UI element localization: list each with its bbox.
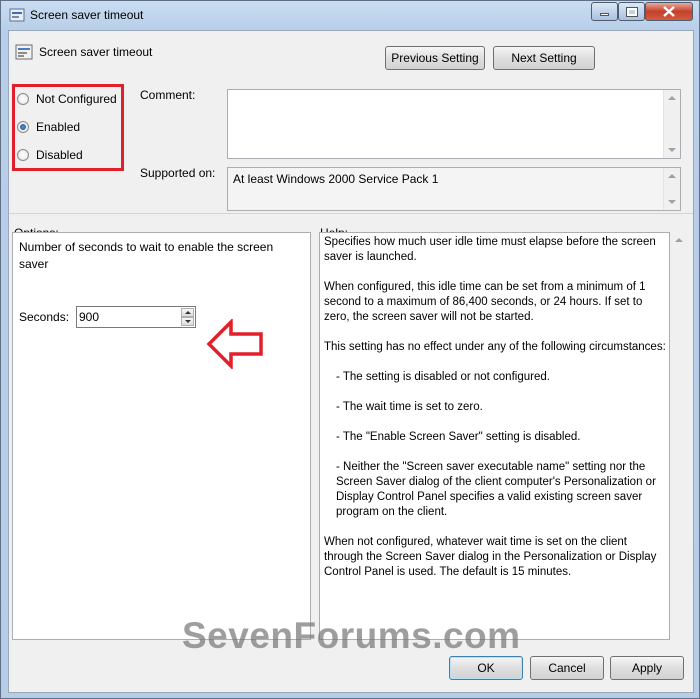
dialog-client-area: Screen saver timeout Previous Setting Ne…: [8, 30, 694, 693]
seconds-value[interactable]: 900: [79, 310, 99, 324]
supported-on-label: Supported on:: [140, 166, 216, 180]
next-setting-button[interactable]: Next Setting: [493, 46, 595, 70]
supported-on-value: At least Windows 2000 Service Pack 1: [233, 172, 439, 186]
help-paragraph: Specifies how much user idle time must e…: [324, 236, 656, 263]
scroll-down-icon[interactable]: [668, 148, 676, 152]
policy-setting-icon: [15, 44, 33, 60]
stepper-up-button[interactable]: [181, 308, 194, 317]
comment-label: Comment:: [140, 88, 196, 102]
previous-setting-button[interactable]: Previous Setting: [385, 46, 485, 70]
watermark: SevenForums.com: [182, 615, 521, 656]
stepper-buttons: [181, 308, 194, 326]
window-title: Screen saver timeout: [30, 8, 144, 22]
maximize-icon: [625, 6, 638, 17]
help-paragraph: - The wait time is set to zero.: [336, 401, 483, 413]
stepper-down-button[interactable]: [181, 317, 194, 326]
help-paragraph: This setting has no effect under any of …: [324, 341, 666, 353]
title-bar[interactable]: Screen saver timeout: [1, 1, 699, 29]
help-paragraph: - The setting is disabled or not configu…: [336, 371, 550, 383]
scroll-up-icon[interactable]: [668, 174, 676, 178]
seconds-stepper[interactable]: 900: [76, 306, 196, 328]
scroll-down-icon[interactable]: [668, 200, 676, 204]
close-button[interactable]: [645, 2, 693, 21]
annotation-highlight-box: [12, 84, 124, 171]
help-panel: Specifies how much user idle time must e…: [319, 232, 670, 640]
close-icon: [663, 6, 675, 17]
minimize-button[interactable]: [591, 2, 618, 21]
options-panel: Number of seconds to wait to enable the …: [12, 232, 311, 640]
help-paragraph: When configured, this idle time can be s…: [324, 281, 646, 323]
comment-scrollbar[interactable]: [663, 90, 680, 158]
policy-icon: [9, 8, 25, 22]
section-divider: [9, 213, 693, 214]
maximize-button[interactable]: [618, 2, 645, 21]
help-paragraph: When not configured, whatever wait time …: [324, 536, 657, 578]
dialog-window: Screen saver timeout Screen saver timeou…: [0, 0, 700, 699]
comment-field[interactable]: [227, 89, 681, 159]
help-paragraph: - The "Enable Screen Saver" setting is d…: [336, 431, 581, 443]
minimize-icon: [600, 13, 609, 16]
apply-button[interactable]: Apply: [610, 656, 684, 680]
help-text: Specifies how much user idle time must e…: [324, 235, 666, 595]
help-scrollbar[interactable]: [671, 232, 688, 640]
ok-button[interactable]: OK: [449, 656, 523, 680]
supported-scrollbar[interactable]: [663, 168, 680, 210]
supported-on-field: At least Windows 2000 Service Pack 1: [227, 167, 681, 211]
annotation-arrow-icon: [206, 319, 263, 369]
seconds-label: Seconds:: [19, 310, 70, 324]
cancel-button[interactable]: Cancel: [530, 656, 604, 680]
scroll-up-icon[interactable]: [668, 96, 676, 100]
scroll-up-icon[interactable]: [675, 238, 683, 242]
option-description: Number of seconds to wait to enable the …: [19, 240, 274, 271]
help-paragraph: - Neither the "Screen saver executable n…: [336, 461, 656, 518]
setting-title: Screen saver timeout: [39, 45, 153, 59]
